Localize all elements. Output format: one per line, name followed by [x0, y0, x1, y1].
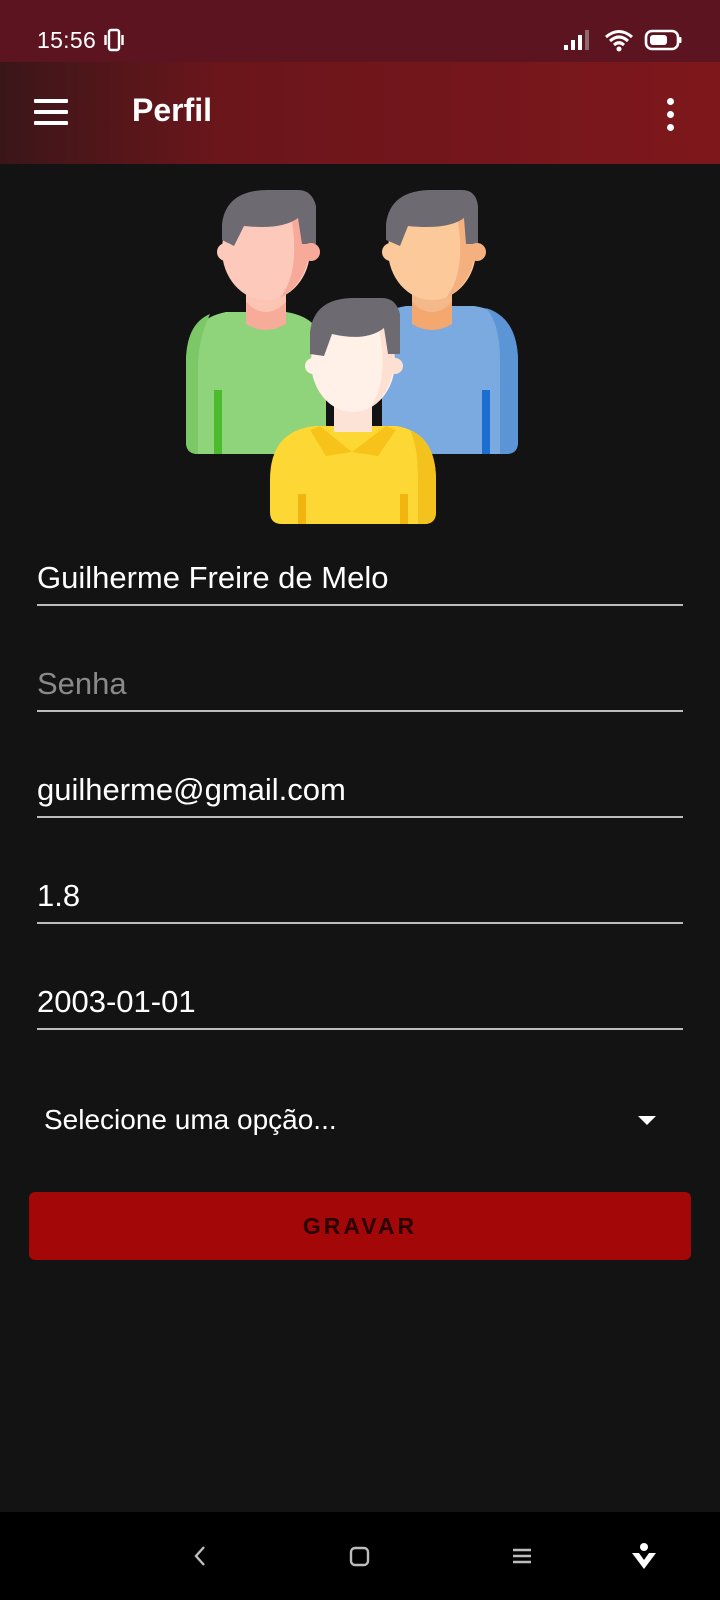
status-bar: 15:56 — [0, 0, 720, 62]
select-value: Selecione uma opção... — [44, 1104, 337, 1135]
wifi-icon — [604, 28, 634, 57]
signal-icon — [564, 28, 594, 57]
recents-icon[interactable] — [510, 1542, 534, 1575]
status-time: 15:56 — [37, 27, 97, 53]
email-input[interactable] — [37, 772, 683, 808]
menu-icon[interactable] — [34, 99, 70, 127]
back-icon[interactable] — [188, 1542, 212, 1575]
home-icon[interactable] — [348, 1542, 372, 1575]
option-select[interactable]: Selecione uma opção... — [44, 1094, 664, 1150]
assistant-icon[interactable] — [630, 1542, 658, 1577]
name-input[interactable] — [37, 560, 683, 596]
battery-icon — [644, 28, 682, 57]
name-field[interactable] — [37, 540, 683, 606]
birthdate-input[interactable] — [37, 984, 683, 1020]
app-bar: Perfil — [0, 62, 720, 164]
system-nav-bar — [0, 1512, 720, 1600]
password-input[interactable] — [37, 666, 683, 702]
more-vert-icon[interactable] — [660, 98, 680, 132]
height-input[interactable] — [37, 878, 683, 914]
save-button[interactable]: GRAVAR — [29, 1192, 691, 1260]
vibrate-icon — [104, 28, 124, 57]
group-people-icon — [186, 190, 530, 534]
page-title: Perfil — [132, 92, 213, 128]
password-field[interactable] — [37, 646, 683, 712]
height-field[interactable] — [37, 858, 683, 924]
birthdate-field[interactable] — [37, 964, 683, 1030]
status-icons — [564, 28, 682, 57]
email-field[interactable] — [37, 752, 683, 818]
dropdown-arrow-icon — [638, 1116, 656, 1125]
